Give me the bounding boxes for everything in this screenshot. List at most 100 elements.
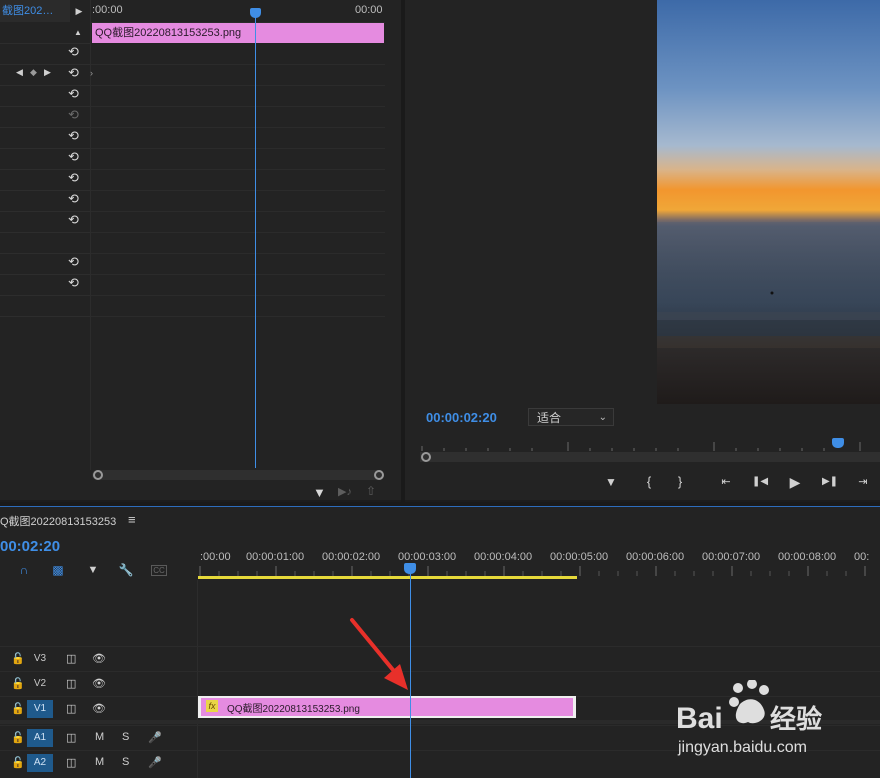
lock-icon[interactable]: 🔓 — [11, 756, 25, 769]
go-to-out-icon[interactable]: ⇥ — [853, 473, 873, 491]
ruler-label: 00:00:07:00 — [702, 551, 761, 563]
svg-text:Bai: Bai — [676, 702, 723, 735]
sync-lock-icon[interactable]: ◫ — [66, 731, 76, 744]
mute-button[interactable]: M — [95, 756, 104, 768]
step-forward-icon[interactable]: ▶❚ — [820, 473, 840, 491]
property-row — [0, 295, 90, 317]
timeline-playhead-handle[interactable] — [404, 563, 416, 574]
ruler-label: 00:00:03:00 — [398, 551, 457, 563]
fx-badge[interactable]: fx — [206, 700, 218, 712]
reset-icon[interactable]: ⟲ — [68, 255, 82, 269]
track-label-v2[interactable]: V2 — [27, 675, 53, 693]
property-row: ⟲ — [0, 43, 90, 65]
ec-horizontal-scrollbar[interactable] — [92, 470, 382, 480]
program-timecode[interactable]: 00:00:02:20 — [426, 410, 497, 425]
clip-tab[interactable]: 截图202… — [0, 0, 70, 22]
mark-in-icon[interactable]: { — [639, 473, 659, 491]
ec-playhead-handle[interactable] — [250, 8, 261, 18]
ec-playhead-line[interactable] — [255, 14, 256, 468]
property-row: ⟲ — [0, 211, 90, 233]
reset-icon: ⟲ — [68, 107, 79, 122]
lock-icon[interactable]: 🔓 — [11, 652, 25, 665]
reset-icon[interactable]: ⟲ — [68, 66, 82, 80]
work-area-bar[interactable] — [198, 576, 577, 579]
track-label-v3[interactable]: V3 — [27, 650, 53, 668]
reset-icon[interactable]: ⟲ — [68, 45, 82, 59]
program-scrollbar[interactable] — [420, 452, 880, 462]
sync-lock-icon[interactable]: ◫ — [66, 702, 76, 715]
timeline-clip[interactable]: fx QQ截图20220813153253.png — [198, 696, 576, 718]
grid-line — [91, 253, 385, 254]
captions-icon[interactable]: CC — [151, 565, 167, 576]
reset-icon[interactable]: ⟲ — [68, 150, 82, 164]
lock-icon[interactable]: 🔓 — [11, 677, 25, 690]
solo-button[interactable]: S — [122, 756, 129, 768]
panel-divider — [401, 0, 405, 502]
eye-icon[interactable]: 👁 — [92, 652, 106, 665]
linked-selection-icon[interactable]: ▩ — [49, 562, 67, 578]
add-marker-icon[interactable]: ▼ — [601, 473, 621, 491]
reset-icon[interactable]: ⟲ — [68, 192, 82, 206]
reset-icon[interactable]: ⟲ — [68, 213, 82, 227]
reset-icon[interactable]: ⟲ — [68, 87, 82, 101]
wrench-icon[interactable]: 🔧 — [117, 562, 135, 578]
lock-icon[interactable]: 🔓 — [11, 731, 25, 744]
reset-icon[interactable]: ⟲ — [68, 129, 82, 143]
ruler-label: 00: — [854, 551, 870, 563]
track-label-v1[interactable]: V1 — [27, 700, 53, 718]
grid-line — [91, 190, 385, 191]
svg-text:经验: 经验 — [770, 704, 822, 735]
play-icon[interactable]: ▶ — [785, 473, 805, 491]
property-row: ⟲ — [0, 253, 90, 275]
prev-keyframe-icon[interactable]: ◀ — [16, 67, 23, 78]
zoom-fit-dropdown[interactable]: 适合 ⌄ — [528, 408, 614, 426]
add-marker-icon[interactable]: ▼ — [84, 562, 102, 578]
solo-button[interactable]: S — [122, 731, 129, 743]
scroll-start-handle[interactable] — [93, 470, 103, 480]
grid-line — [91, 106, 385, 107]
add-keyframe-icon[interactable]: ◆ — [30, 67, 37, 78]
effect-properties-column: 截图202… ▶ ▲ ⟲ ◀ ◆ ▶ ⟲ ⟲ ⟲ ⟲ ⟲ ⟲ ⟲ ⟲ ⟲ ⟲ — [0, 0, 91, 470]
grid-line — [91, 169, 385, 170]
property-row: ⟲ — [0, 106, 90, 128]
reset-icon[interactable]: ⟲ — [68, 171, 82, 185]
reset-icon[interactable]: ⟲ — [68, 276, 82, 290]
panel-menu-icon[interactable]: ≡ — [128, 512, 136, 527]
ruler-label: 00:00:08:00 — [778, 551, 837, 563]
mark-out-icon[interactable]: } — [670, 473, 690, 491]
microphone-icon[interactable]: 🎤 — [148, 756, 162, 769]
grid-line — [91, 211, 385, 212]
eye-icon[interactable]: 👁 — [92, 702, 106, 715]
ruler-label: 00:00:01:00 — [246, 551, 305, 563]
ruler-label: 00:00:05:00 — [550, 551, 609, 563]
next-keyframe-icon[interactable]: ▶ — [44, 67, 51, 78]
program-playhead-handle[interactable] — [832, 438, 844, 448]
snap-icon[interactable]: ∩ — [15, 562, 33, 578]
track-label-a1[interactable]: A1 — [27, 729, 53, 747]
scroll-end-handle[interactable] — [374, 470, 384, 480]
track-label-a2[interactable]: A2 — [27, 754, 53, 772]
sync-lock-icon[interactable]: ◫ — [66, 652, 76, 665]
program-scroll-handle[interactable] — [421, 452, 431, 462]
premiere-window: 截图202… ▶ ▲ ⟲ ◀ ◆ ▶ ⟲ ⟲ ⟲ ⟲ ⟲ ⟲ ⟲ ⟲ ⟲ ⟲ ›… — [0, 0, 880, 778]
go-to-in-icon[interactable]: ⇤ — [716, 473, 736, 491]
filter-icon[interactable]: ▼ — [313, 485, 326, 500]
grid-line — [91, 64, 385, 65]
program-mini-ruler[interactable] — [420, 438, 880, 452]
step-back-icon[interactable]: ❚◀ — [750, 473, 770, 491]
mute-button[interactable]: M — [95, 731, 104, 743]
sync-lock-icon[interactable]: ◫ — [66, 677, 76, 690]
eye-icon[interactable]: 👁 — [92, 677, 106, 690]
expand-right-icon[interactable]: ▶ — [72, 4, 86, 18]
grid-line — [91, 127, 385, 128]
ec-ruler-start-time: :00:00 — [92, 4, 123, 16]
microphone-icon[interactable]: 🎤 — [148, 731, 162, 744]
sync-lock-icon[interactable]: ◫ — [66, 756, 76, 769]
lock-icon[interactable]: 🔓 — [11, 702, 25, 715]
sequence-tab[interactable]: Q截图20220813153253 — [0, 513, 116, 529]
play-audio-icon: ▶♪ — [338, 486, 352, 498]
keyframe-nav-icon[interactable]: › — [90, 68, 93, 78]
ec-clip-bar[interactable]: QQ截图20220813153253.png — [92, 23, 384, 43]
grid-line — [91, 148, 385, 149]
timeline-timecode[interactable]: 00:02:20 — [0, 538, 60, 555]
